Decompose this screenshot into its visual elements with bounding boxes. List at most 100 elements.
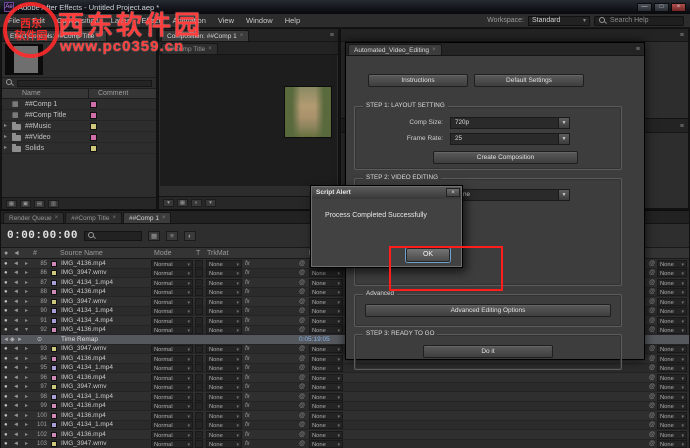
close-tab-icon[interactable]: × <box>162 213 166 223</box>
trkmat-select[interactable]: None ▾ <box>206 297 242 306</box>
panel-menu-icon[interactable]: ≡ <box>678 30 686 41</box>
menu-layer[interactable]: Layer <box>105 16 136 25</box>
pickwhip-icon[interactable]: @ <box>649 374 655 382</box>
visibility-eye-icon[interactable]: ● <box>4 345 8 353</box>
parent-select[interactable]: None▾ <box>657 297 687 306</box>
close-button[interactable]: × <box>671 2 686 12</box>
twirl-icon[interactable]: ▸ <box>25 412 28 420</box>
advanced-editing-options-button[interactable]: Advanced Editing Options <box>365 304 611 317</box>
mode-select[interactable]: Normal ▾ <box>151 402 193 410</box>
parent-select[interactable]: None▾ <box>657 354 687 363</box>
panel-menu-icon[interactable]: ≡ <box>146 30 154 41</box>
visibility-eye-icon[interactable]: ● <box>4 364 8 372</box>
twirl-icon[interactable]: ▸ <box>25 269 28 277</box>
current-time-display[interactable]: 0:00:00:00 <box>7 230 78 242</box>
pickwhip-icon[interactable]: @ <box>649 421 655 429</box>
timeline-tab[interactable]: ##Comp 1 × <box>122 212 172 223</box>
preserve-transparency-toggle[interactable] <box>195 345 203 353</box>
composition-mini-flowchart-icon[interactable]: ▦ <box>148 230 161 241</box>
label-color-chip[interactable] <box>90 145 97 152</box>
audio-speaker-icon[interactable]: ◄ <box>13 355 19 363</box>
close-tab-icon[interactable]: × <box>55 213 59 223</box>
pickwhip-icon[interactable]: @ <box>299 364 305 372</box>
stopwatch-icon[interactable]: ⊙ <box>37 336 42 344</box>
resolution-select[interactable]: ▾ <box>205 199 216 207</box>
visibility-eye-icon[interactable]: ● <box>4 431 8 439</box>
preserve-transparency-toggle[interactable] <box>195 354 203 363</box>
label-color-chip[interactable] <box>51 308 57 314</box>
visibility-eye-icon[interactable]: ● <box>4 298 8 306</box>
project-item[interactable]: ▦ ##Comp 1 <box>2 99 156 110</box>
trkmat-select[interactable]: None ▾ <box>206 373 242 382</box>
pickwhip-icon[interactable]: @ <box>299 402 305 410</box>
twirl-icon[interactable]: ▸ <box>25 317 28 325</box>
mode-select[interactable]: Normal ▾ <box>151 411 193 420</box>
parent-select[interactable]: None▾ <box>657 326 687 334</box>
visibility-eye-icon[interactable]: ● <box>4 374 8 382</box>
preserve-transparency-toggle[interactable] <box>195 392 203 401</box>
preserve-transparency-toggle[interactable] <box>195 440 203 448</box>
menu-composition[interactable]: Composition <box>51 16 105 25</box>
parent-select[interactable]: None▾ <box>309 316 343 325</box>
label-color-chip[interactable] <box>51 346 57 352</box>
project-item[interactable]: ▸ ##Music <box>2 121 156 132</box>
pickwhip-icon[interactable]: @ <box>649 393 655 401</box>
twirl-icon[interactable]: ▸ <box>25 383 28 391</box>
mode-select[interactable]: Normal ▾ <box>151 354 193 363</box>
parent-select[interactable]: None▾ <box>657 316 687 325</box>
twirl-icon[interactable]: ▾ <box>25 326 28 334</box>
label-color-chip[interactable] <box>51 441 57 447</box>
tab-composition[interactable]: Composition: ##Comp 1 × <box>161 30 250 41</box>
project-search-input[interactable] <box>17 79 152 87</box>
label-color-chip[interactable] <box>51 412 57 419</box>
pickwhip-icon[interactable]: @ <box>649 317 655 325</box>
column-mode[interactable]: Mode <box>154 250 172 257</box>
audio-speaker-icon[interactable]: ◄ <box>13 383 19 391</box>
twirl-icon[interactable]: ▸ <box>25 345 28 353</box>
twirl-icon[interactable]: ▸ <box>4 133 7 140</box>
pickwhip-icon[interactable]: @ <box>649 345 655 353</box>
parent-select[interactable]: None▾ <box>309 383 343 391</box>
parent-select[interactable]: None▾ <box>657 288 687 296</box>
timeline-search-input[interactable] <box>84 230 143 241</box>
parent-select[interactable]: None▾ <box>657 373 687 382</box>
mode-select[interactable]: Normal ▾ <box>151 345 193 353</box>
trkmat-select[interactable]: None ▾ <box>206 278 242 287</box>
composition-viewer[interactable] <box>160 55 337 186</box>
label-color-chip[interactable] <box>51 260 57 267</box>
preserve-transparency-toggle[interactable] <box>195 411 203 420</box>
column-name[interactable]: Name <box>22 90 41 97</box>
trkmat-select[interactable]: None ▾ <box>206 326 242 334</box>
trkmat-select[interactable]: None ▾ <box>206 364 242 372</box>
pickwhip-icon[interactable]: @ <box>649 412 655 420</box>
twirl-icon[interactable]: ▸ <box>25 374 28 382</box>
visibility-eye-icon[interactable]: ● <box>4 383 8 391</box>
pickwhip-icon[interactable]: @ <box>299 431 305 439</box>
close-tab-icon[interactable]: × <box>208 44 212 54</box>
default-settings-button[interactable]: Default Settings <box>474 74 584 87</box>
pickwhip-icon[interactable]: @ <box>649 431 655 439</box>
pickwhip-icon[interactable]: @ <box>649 364 655 372</box>
parent-select[interactable]: None▾ <box>657 278 687 287</box>
instructions-button[interactable]: Instructions <box>368 74 468 87</box>
magnification-select[interactable]: ▾ <box>163 199 174 207</box>
new-composition-icon[interactable]: ▤ <box>34 199 45 208</box>
timeline-layer-row[interactable]: ● ◄ ▸ 102 IMG_4136.mp4 Normal ▾ None ▾ fx @ None ▾ @ N… <box>1 430 689 440</box>
pickwhip-icon[interactable]: @ <box>649 440 655 448</box>
mode-select[interactable]: Normal ▾ <box>151 383 193 391</box>
parent-select[interactable]: None▾ <box>657 259 687 268</box>
parent-select[interactable]: None▾ <box>657 383 687 391</box>
column-number[interactable]: # <box>33 250 37 257</box>
pickwhip-icon[interactable]: @ <box>649 288 655 296</box>
audio-speaker-icon[interactable]: ◄ <box>13 317 19 325</box>
label-color-chip[interactable] <box>51 393 57 400</box>
preserve-transparency-toggle[interactable] <box>195 288 203 296</box>
pickwhip-icon[interactable]: @ <box>299 374 305 382</box>
mode-select[interactable]: Normal ▾ <box>151 440 193 448</box>
timeline-layer-row[interactable]: ● ◄ ▸ 97 IMG_3947.wmv Normal ▾ None ▾ fx @ None ▾ @ No… <box>1 382 689 392</box>
tab-script-panel[interactable]: Automated_Video_Editing × <box>348 44 442 55</box>
alert-close-button[interactable]: × <box>446 188 460 197</box>
parent-select[interactable]: None▾ <box>657 345 687 353</box>
menu-effect[interactable]: Effect <box>135 16 166 25</box>
pickwhip-icon[interactable]: @ <box>649 260 655 268</box>
